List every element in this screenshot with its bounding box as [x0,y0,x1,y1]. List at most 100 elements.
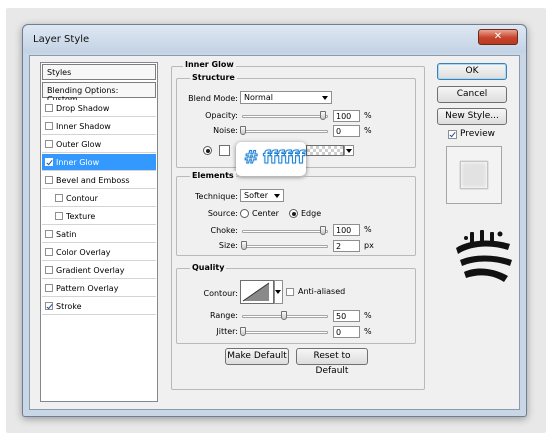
style-item-label: Drop Shadow [56,104,110,113]
style-item-checkbox[interactable] [45,140,53,148]
style-item-inner-shadow[interactable]: Inner Shadow [42,118,156,135]
style-item-inner-glow[interactable]: Inner Glow [42,154,156,171]
noise-input[interactable]: 0 [333,125,360,137]
blend-mode-label: Blend Mode: [188,94,238,103]
anti-aliased-checkbox[interactable] [286,288,294,296]
opacity-slider-thumb[interactable] [320,111,326,120]
source-label: Source: [207,209,238,218]
style-item-checkbox[interactable] [45,176,53,184]
technique-select[interactable]: Softer [240,189,284,202]
noise-slider[interactable] [242,130,328,133]
style-item-checkbox[interactable] [55,212,63,220]
style-item-label: Pattern Overlay [56,284,119,293]
blending-options-item[interactable]: Blending Options: Custom [42,82,156,104]
preview-label: Preview [460,129,496,139]
style-item-label: Texture [66,212,96,221]
anti-aliased-checkbox-wrap[interactable]: Anti-aliased [286,287,366,299]
range-unit: % [364,311,372,320]
source-center-label: Center [252,209,279,218]
close-icon: ✕ [493,31,503,42]
choke-slider-thumb[interactable] [320,226,326,235]
style-item-label: Stroke [56,302,82,311]
brand-calligraphy-logo-icon [456,230,512,282]
size-input[interactable]: 2 [333,240,360,252]
chevron-down-icon [346,149,352,153]
reset-to-default-button[interactable]: Reset to Default [296,348,368,376]
preview-checkbox-wrap[interactable]: Preview [448,129,508,141]
opacity-label: Opacity: [205,111,238,120]
contour-picker[interactable] [240,280,274,304]
style-item-checkbox[interactable] [45,284,53,292]
color-tooltip-text: # ffffff [244,148,306,169]
jitter-label: Jitter: [216,327,238,336]
quality-title: Quality [190,263,227,272]
style-item-label: Bevel and Emboss [56,176,130,185]
style-preview-box [446,146,502,204]
style-item-stroke[interactable]: Stroke [42,298,156,315]
blend-mode-select[interactable]: Normal [240,91,332,104]
style-item-label: Gradient Overlay [56,266,125,275]
inner-glow-title: Inner Glow [183,60,236,69]
style-item-checkbox[interactable] [45,230,53,238]
preview-checkbox[interactable] [448,130,457,139]
styles-header[interactable]: Styles [42,64,156,80]
opacity-slider[interactable] [242,115,328,118]
range-label: Range: [209,311,238,320]
choke-input[interactable]: 100 [333,224,360,236]
ok-button[interactable]: OK [437,63,507,80]
contour-dropdown[interactable] [274,280,283,304]
style-item-checkbox[interactable] [45,302,53,310]
opacity-input[interactable]: 100 [333,110,360,122]
choke-label: Choke: [210,226,238,235]
styles-list: Styles Blending Options: Custom Drop Sha… [40,62,158,402]
make-default-button[interactable]: Make Default [225,348,289,365]
glow-gradient-picker[interactable] [306,145,344,156]
range-input[interactable]: 50 [333,310,360,322]
new-style-button[interactable]: New Style... [437,108,507,125]
style-item-checkbox[interactable] [45,248,53,256]
noise-unit: % [364,126,372,135]
style-item-checkbox[interactable] [45,104,53,112]
style-item-checkbox[interactable] [55,194,63,202]
style-item-satin[interactable]: Satin [42,226,156,243]
size-slider-thumb[interactable] [241,241,247,250]
elements-title: Elements [190,171,236,180]
contour-curve-icon [242,282,270,302]
style-item-label: Inner Shadow [56,122,111,131]
style-item-checkbox[interactable] [45,266,53,274]
range-slider-thumb[interactable] [281,311,287,320]
style-preview-swatch [460,161,488,189]
contour-label: Contour: [203,289,239,298]
source-edge-radio[interactable] [289,209,298,218]
style-item-texture[interactable]: Texture [42,208,156,225]
style-item-color-overlay[interactable]: Color Overlay [42,244,156,261]
style-item-outer-glow[interactable]: Outer Glow [42,136,156,153]
jitter-slider[interactable] [242,331,328,334]
style-item-label: Inner Glow [56,158,100,167]
jitter-input[interactable]: 0 [333,326,360,338]
style-item-contour[interactable]: Contour [42,190,156,207]
style-item-pattern-overlay[interactable]: Pattern Overlay [42,280,156,297]
style-item-label: Contour [66,194,98,203]
titlebar: Layer Style ✕ [23,25,526,53]
source-center-radio[interactable] [240,209,249,218]
anti-aliased-label: Anti-aliased [298,287,346,296]
jitter-slider-thumb[interactable] [240,327,246,336]
style-item-drop-shadow[interactable]: Drop Shadow [42,100,156,117]
close-button[interactable]: ✕ [478,29,518,45]
noise-label: Noise: [213,126,238,135]
choke-slider[interactable] [242,230,328,233]
jitter-unit: % [364,327,372,336]
noise-slider-thumb[interactable] [240,126,246,135]
cancel-button[interactable]: Cancel [437,86,507,103]
style-item-gradient-overlay[interactable]: Gradient Overlay [42,262,156,279]
style-item-checkbox[interactable] [45,158,53,166]
glow-color-swatch[interactable] [219,145,230,156]
chevron-down-icon [274,194,280,198]
style-item-checkbox[interactable] [45,122,53,130]
color-mode-radio[interactable] [203,146,212,155]
gradient-dropdown[interactable] [344,145,354,156]
size-slider[interactable] [242,245,328,248]
choke-unit: % [364,225,372,234]
style-item-bevel-and-emboss[interactable]: Bevel and Emboss [42,172,156,189]
